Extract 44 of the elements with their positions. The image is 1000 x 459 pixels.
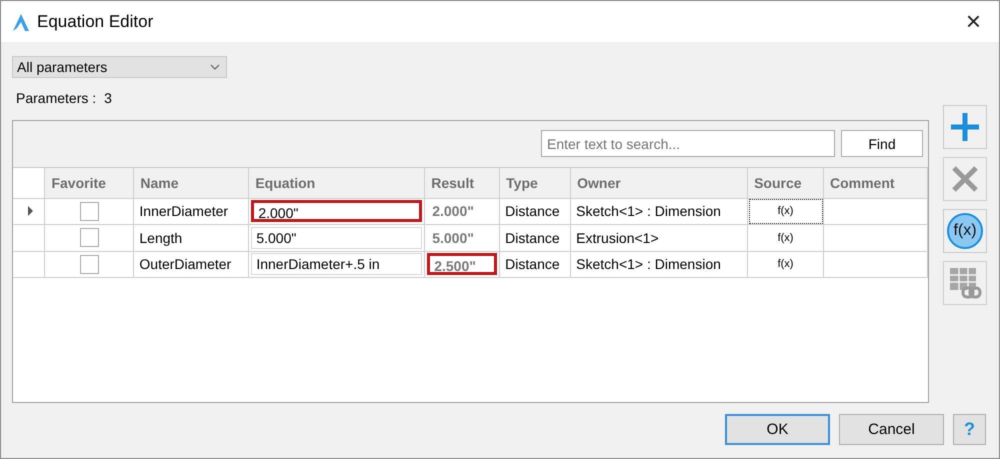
column-header: Comment [824,168,928,198]
table-cell: Length [134,224,249,251]
source-cell[interactable]: f(x) [748,251,824,278]
parameters-label: Parameters : [16,90,96,106]
table-cell: Distance [500,198,571,224]
table-cell: Distance [500,224,571,251]
equation-field[interactable]: 2.000" [251,200,422,222]
favorite-checkbox[interactable] [80,228,99,248]
column-header: Name [134,168,249,198]
table-cell: Sketch<1> : Dimension [570,198,748,224]
equation-field[interactable]: InnerDiameter+.5 in [251,253,422,276]
favorite-checkbox[interactable] [80,202,99,221]
equation-field[interactable]: 5.000" [251,226,422,249]
close-button[interactable]: × [958,6,989,37]
parameters-count: 3 [104,90,112,106]
column-header: Favorite [44,168,134,198]
table-cell: Sketch<1> : Dimension [570,251,748,278]
column-header: Result [424,168,500,198]
cancel-button[interactable]: Cancel [839,414,944,445]
column-header: Equation [248,168,425,198]
close-icon [952,166,978,192]
favorite-checkbox[interactable] [80,254,99,274]
caret-icon [210,64,220,70]
table-cell: 2.500" [427,253,498,276]
table-cell: InnerDiameter [134,198,249,224]
add-button[interactable] [943,105,987,149]
column-header: Type [500,168,571,198]
table-cell: OuterDiameter [134,251,249,278]
table-cell-text: 2.000" [431,202,475,222]
table-cell-text: 5.000" [431,228,475,248]
plus-icon [949,111,981,143]
column-header: Owner [570,168,748,198]
search-field[interactable]: Enter text to search... [541,130,835,157]
table-cell: Extrusion<1> [570,224,748,251]
ok-button[interactable]: OK [725,414,830,445]
table-link-icon [948,266,982,300]
column-header: Source [748,168,824,198]
source-cell[interactable]: f(x) [748,198,824,224]
find-button[interactable]: Find [841,130,923,157]
filter-dropdown[interactable]: All parameters [12,56,227,78]
table-cell: Distance [500,251,571,278]
window-title: Equation Editor [37,12,154,32]
source-cell[interactable]: f(x) [748,224,824,251]
app-logo-icon [11,12,31,32]
